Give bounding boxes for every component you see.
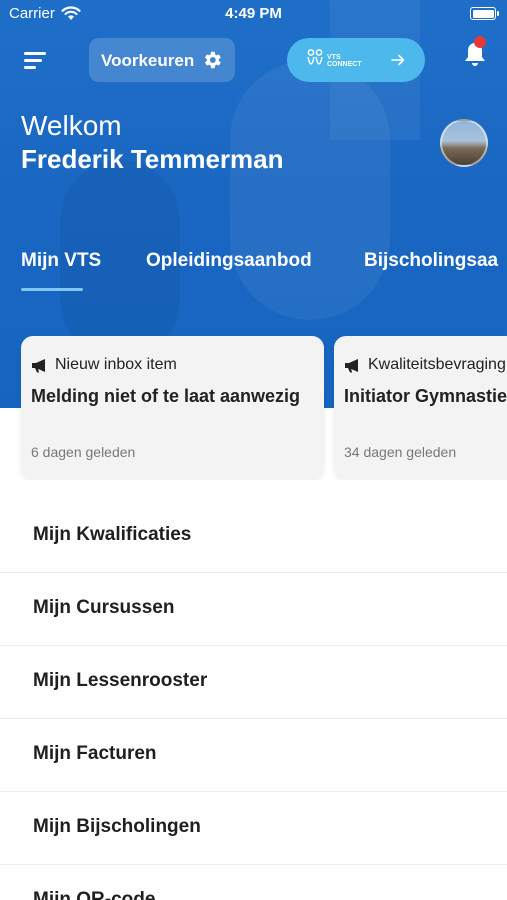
news-card[interactable]: Nieuw inbox item Melding niet of te laat… xyxy=(21,336,324,479)
menu-icon[interactable] xyxy=(18,46,50,74)
vts-connect-button[interactable]: VTS CONNECT xyxy=(287,38,425,82)
megaphone-icon xyxy=(32,359,45,373)
avatar[interactable] xyxy=(440,119,488,167)
card-category: Nieuw inbox item xyxy=(55,356,177,373)
clock: 4:49 PM xyxy=(225,5,282,22)
card-title: Melding niet of te laat aanwezig xyxy=(31,386,301,406)
card-time: 6 dagen geleden xyxy=(31,444,136,460)
status-bar: Carrier 4:49 PM xyxy=(0,0,507,28)
tab-bar: Mijn VTS Opleidingsaanbod Bijscholingsaa xyxy=(0,246,507,296)
card-category: Kwaliteitsbevraging xyxy=(368,356,506,373)
active-tab-indicator xyxy=(21,288,83,291)
vts-connect-label: VTS CONNECT xyxy=(327,54,362,68)
preferences-label: Voorkeuren xyxy=(101,51,195,70)
megaphone-icon xyxy=(345,359,358,373)
card-title: Initiator Gymnastie xyxy=(344,386,507,406)
notifications-button[interactable] xyxy=(462,36,488,68)
list-item-bijscholingen[interactable]: Mijn Bijscholingen xyxy=(0,792,507,865)
tab-opleidingsaanbod[interactable]: Opleidingsaanbod xyxy=(146,250,312,272)
gear-icon xyxy=(204,51,221,69)
list-item-facturen[interactable]: Mijn Facturen xyxy=(0,719,507,792)
card-time: 34 dagen geleden xyxy=(344,444,457,460)
user-name: Frederik Temmerman xyxy=(21,144,284,174)
tab-mijn-vts[interactable]: Mijn VTS xyxy=(21,250,101,272)
list-item-kwalificaties[interactable]: Mijn Kwalificaties xyxy=(0,500,507,573)
preferences-button[interactable]: Voorkeuren xyxy=(89,38,235,82)
tab-bijscholingsaanbod[interactable]: Bijscholingsaa xyxy=(364,250,498,272)
notification-badge xyxy=(474,36,486,48)
news-card[interactable]: Kwaliteitsbevraging Initiator Gymnastie … xyxy=(334,336,507,479)
vts-logo-icon xyxy=(307,49,323,65)
list-item-cursussen[interactable]: Mijn Cursussen xyxy=(0,573,507,646)
battery-icon xyxy=(470,7,499,20)
welcome-text: Welkom xyxy=(21,110,122,141)
arrow-right-icon xyxy=(391,54,405,66)
list-item-qr-code[interactable]: Mijn QR-code xyxy=(0,865,507,900)
news-carousel[interactable]: Nieuw inbox item Melding niet of te laat… xyxy=(0,336,507,480)
list-item-lessenrooster[interactable]: Mijn Lessenrooster xyxy=(0,646,507,719)
